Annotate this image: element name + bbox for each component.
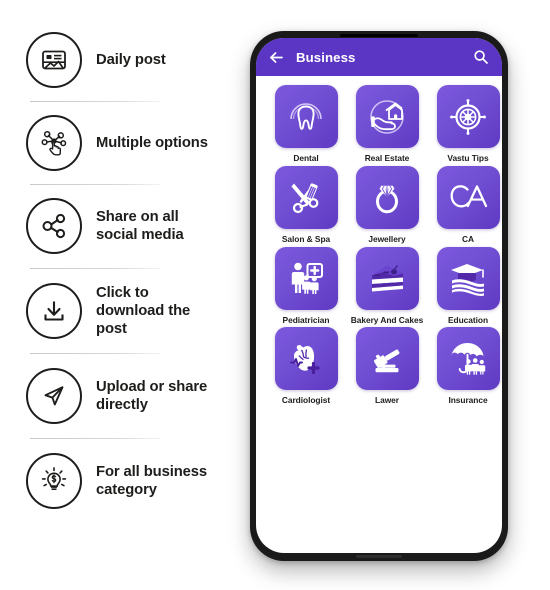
diamond-ring-icon[interactable] (355, 165, 419, 229)
category-item-label: Salon & Spa (281, 233, 331, 244)
search-icon[interactable] (471, 48, 490, 67)
category-item-label: Real Estate (364, 153, 410, 163)
category-item-insurance[interactable]: Insurance (428, 327, 502, 406)
feature-item-daily-post: Daily post (26, 32, 244, 88)
feature-list: Daily post Multiple options Share on all… (26, 32, 244, 560)
graduation-cap-books-icon[interactable] (436, 246, 500, 310)
image-post-icon (26, 32, 82, 88)
download-icon (26, 283, 82, 339)
tooth-icon[interactable] (274, 85, 338, 148)
feature-item-label: Multiple options (96, 134, 208, 151)
phone-speaker-slot (340, 34, 418, 37)
category-item-education[interactable]: Education (428, 246, 502, 326)
feature-item-label: For all business category (96, 463, 208, 498)
send-paper-plane-icon (26, 368, 82, 424)
ca-text-icon[interactable] (436, 165, 500, 229)
category-item-real-estate[interactable]: Real Estate (347, 85, 427, 164)
category-item-cardiologist[interactable]: Cardiologist (266, 327, 346, 406)
cake-slice-icon[interactable] (355, 246, 419, 310)
category-item-jewellery[interactable]: Jewellery (347, 165, 427, 245)
lightbulb-dollar-icon (26, 453, 82, 509)
category-item-label: Jewellery (368, 233, 406, 244)
category-item-pediatrician[interactable]: Pediatrician (266, 246, 346, 326)
category-item-label: Pediatrician (282, 314, 330, 325)
category-item-salon-spa[interactable]: Salon & Spa (266, 165, 346, 245)
category-item-label: Insurance (448, 395, 488, 406)
category-item-bakery-cakes[interactable]: Bakery And Cakes (347, 246, 427, 326)
heart-organ-icon[interactable] (274, 327, 338, 391)
gavel-icon[interactable] (355, 327, 419, 391)
feature-item-share-social: Share on all social media (26, 198, 244, 254)
category-item-label: Dental (293, 153, 319, 163)
phone-screen: Business Dental Real Estate Vastu Tips S… (256, 38, 502, 553)
category-item-lawer[interactable]: Lawer (347, 327, 427, 406)
category-grid: Dental Real Estate Vastu Tips Salon & Sp… (266, 76, 502, 406)
feature-item-label: Share on all social media (96, 208, 184, 243)
promo-graphic: Daily post Multiple options Share on all… (0, 0, 550, 590)
arrow-left-icon[interactable] (267, 48, 286, 67)
parent-child-medical-icon[interactable] (274, 246, 338, 310)
page-title: Business (296, 49, 356, 65)
phone-mockup: Business Dental Real Estate Vastu Tips S… (250, 31, 508, 561)
feature-item-download: Click to download the post (26, 283, 244, 339)
category-item-dental[interactable]: Dental (266, 85, 346, 164)
category-item-label: Bakery And Cakes (350, 314, 424, 325)
category-item-ca[interactable]: CA (428, 165, 502, 245)
category-item-label: Education (447, 314, 489, 325)
feature-item-label: Daily post (96, 51, 166, 68)
share-nodes-icon (26, 198, 82, 254)
category-item-label: CA (462, 233, 474, 244)
scissors-comb-icon[interactable] (274, 165, 338, 229)
house-in-hand-icon[interactable] (355, 85, 419, 148)
feature-item-all-business: For all business category (26, 453, 244, 509)
umbrella-family-icon[interactable] (436, 327, 500, 391)
compass-icon[interactable] (436, 85, 500, 148)
feature-item-upload-share: Upload or share directly (26, 368, 244, 424)
network-tap-icon (26, 115, 82, 171)
feature-item-label: Upload or share directly (96, 378, 208, 413)
category-item-label: Lawer (375, 395, 399, 406)
feature-item-multiple-options: Multiple options (26, 115, 244, 171)
app-bar: Business (256, 38, 502, 76)
category-item-label: Cardiologist (281, 395, 331, 406)
feature-item-label: Click to download the post (96, 284, 191, 338)
category-item-label: Vastu Tips (447, 153, 489, 163)
category-item-vastu-tips[interactable]: Vastu Tips (428, 85, 502, 164)
